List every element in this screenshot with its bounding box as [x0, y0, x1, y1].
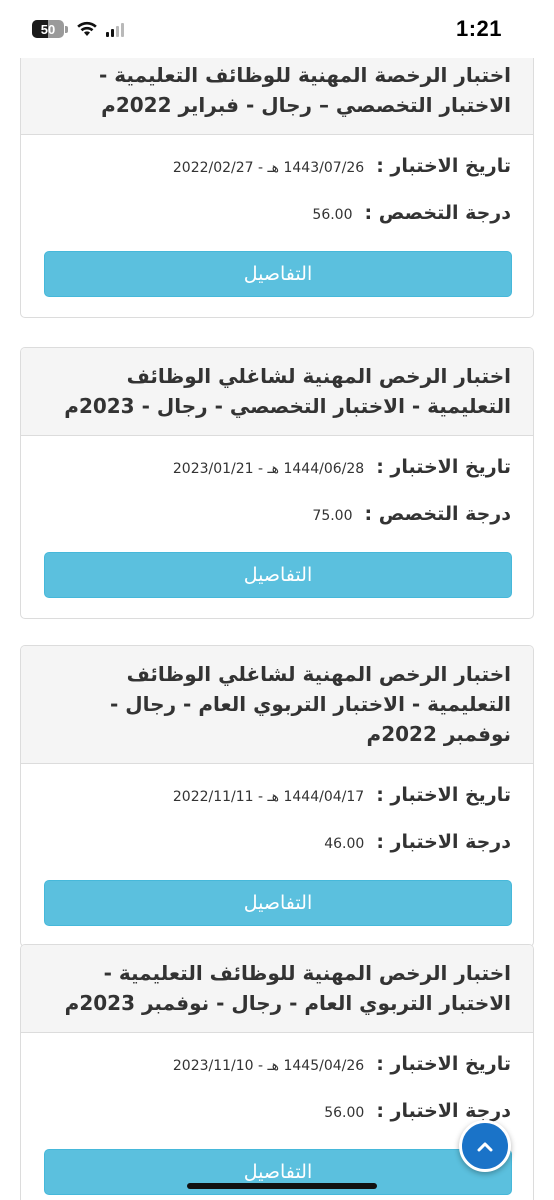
exam-card: اختبار الرخص المهنية لشاغلي الوظائف التع… — [20, 645, 534, 947]
exam-card-body: تاريخ الاختبار : 1445/04/26 هـ - 2023/11… — [21, 1033, 533, 1200]
status-bar: 50 1:21 — [0, 0, 554, 58]
exam-date-row: تاريخ الاختبار : 1444/04/17 هـ - 2022/11… — [173, 784, 511, 832]
exam-card-title: اختبار الرخص المهنية لشاغلي الوظائف التع… — [21, 348, 533, 436]
exam-card: اختبار الرخصة المهنية للوظائف التعليمية … — [20, 28, 534, 318]
details-button[interactable]: التفاصيل — [44, 552, 512, 598]
exam-card-title: اختبار الرخص المهنية للوظائف التعليمية -… — [21, 945, 533, 1033]
exam-date-value: 1444/06/28 هـ - 2023/01/21 — [172, 461, 365, 477]
exam-score-label: درجة الاختبار : — [376, 831, 511, 853]
exam-date-row: تاريخ الاختبار : 1443/07/26 هـ - 2022/02… — [173, 155, 511, 203]
status-icons: 50 — [32, 20, 124, 38]
exam-card-body: تاريخ الاختبار : 1443/07/26 هـ - 2022/02… — [21, 135, 533, 317]
exam-date-value: 1443/07/26 هـ - 2022/02/27 — [172, 160, 365, 176]
exam-date-row: تاريخ الاختبار : 1445/04/26 هـ - 2023/11… — [173, 1053, 511, 1101]
exam-card-title: اختبار الرخص المهنية لشاغلي الوظائف التع… — [21, 646, 533, 764]
cellular-signal-icon — [106, 21, 124, 37]
exam-card-body: تاريخ الاختبار : 1444/04/17 هـ - 2022/11… — [21, 764, 533, 946]
screen: اختبار الرخصة المهنية للوظائف التعليمية … — [0, 0, 554, 1200]
exam-date-row: تاريخ الاختبار : 1444/06/28 هـ - 2023/01… — [173, 456, 511, 504]
exam-date-label: تاريخ الاختبار : — [376, 456, 511, 478]
details-button[interactable]: التفاصيل — [44, 251, 512, 297]
exam-score-label: درجة التخصص : — [364, 202, 511, 224]
battery-level: 50 — [40, 21, 56, 37]
wifi-icon — [76, 20, 98, 38]
exam-score-label: درجة الاختبار : — [376, 1100, 511, 1122]
exam-score-value: 56.00 — [324, 1105, 365, 1121]
exam-score-label: درجة التخصص : — [364, 503, 511, 525]
battery-icon: 50 — [32, 20, 68, 38]
exam-score-row: درجة التخصص : 56.00 — [312, 202, 511, 250]
exam-card: اختبار الرخص المهنية للوظائف التعليمية -… — [20, 944, 534, 1200]
exam-card-body: تاريخ الاختبار : 1444/06/28 هـ - 2023/01… — [21, 436, 533, 618]
chevron-up-icon — [475, 1139, 495, 1153]
exam-date-value: 1445/04/26 هـ - 2023/11/10 — [172, 1058, 365, 1074]
exam-date-label: تاريخ الاختبار : — [376, 784, 511, 806]
exam-score-value: 46.00 — [324, 836, 365, 852]
scroll-to-top-button[interactable] — [459, 1120, 511, 1172]
exam-score-row: درجة التخصص : 75.00 — [312, 503, 511, 551]
exam-score-row: درجة الاختبار : 46.00 — [324, 831, 511, 879]
details-button[interactable]: التفاصيل — [44, 880, 512, 926]
exam-date-value: 1444/04/17 هـ - 2022/11/11 — [172, 789, 365, 805]
status-time: 1:21 — [455, 16, 502, 41]
home-indicator — [187, 1183, 377, 1189]
exam-date-label: تاريخ الاختبار : — [376, 1053, 511, 1075]
exam-score-value: 75.00 — [312, 508, 353, 524]
exam-card: اختبار الرخص المهنية لشاغلي الوظائف التع… — [20, 347, 534, 619]
exam-date-label: تاريخ الاختبار : — [376, 155, 511, 177]
exam-score-value: 56.00 — [312, 207, 353, 223]
